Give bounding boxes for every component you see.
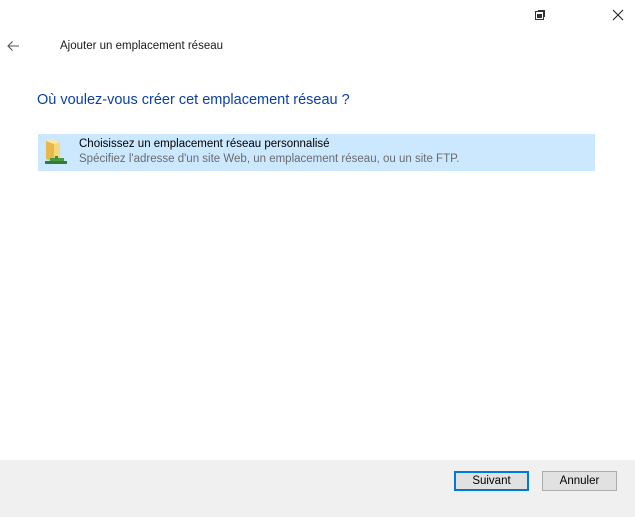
close-icon[interactable]	[600, 0, 635, 30]
cancel-button[interactable]: Annuler	[542, 471, 617, 491]
wizard-title: Ajouter un emplacement réseau	[60, 40, 224, 52]
add-network-location-wizard: Ajouter un emplacement réseau Où voulez-…	[0, 0, 635, 517]
option-custom-network-location[interactable]: Choisissez un emplacement réseau personn…	[38, 134, 595, 171]
network-folder-icon	[42, 138, 68, 166]
next-button[interactable]: Suivant	[454, 471, 529, 491]
wizard-footer: Suivant Annuler	[0, 460, 635, 517]
page-heading: Où voulez-vous créer cet emplacement rés…	[37, 92, 350, 108]
window-restore-icon[interactable]	[525, 0, 555, 30]
option-title: Choisissez un emplacement réseau personn…	[79, 138, 330, 150]
option-description: Spécifiez l'adresse d'un site Web, un em…	[79, 153, 460, 165]
back-arrow-icon[interactable]	[2, 36, 24, 56]
